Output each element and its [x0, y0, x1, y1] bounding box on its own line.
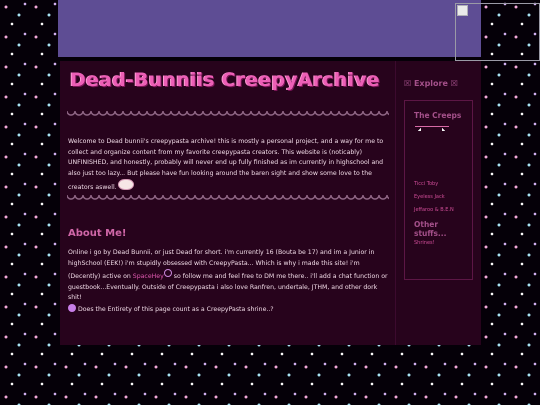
fangs-divider-icon [415, 126, 449, 132]
explore-title: ☒ Explore ☒ [404, 79, 458, 88]
other-heading: Other stuffs... [414, 220, 447, 238]
creeps-heading: The Creeps [414, 111, 462, 120]
lace-divider [67, 195, 389, 207]
site-title: Dead-Bunniis CreepyArchive [70, 69, 380, 91]
sidebar-link-ticci-toby[interactable]: Ticci Toby [414, 181, 438, 187]
spacehey-logo-icon [163, 269, 172, 277]
smile-emoji-icon [117, 179, 134, 190]
lace-divider [67, 111, 389, 123]
sidebar: ☒ Explore ☒ The Creeps Ticci Toby Eyeles… [396, 61, 481, 345]
sidebar-box: The Creeps Ticci Toby Eyeless Jack Jeffa… [404, 100, 473, 280]
intro-paragraph: Welcome to Dead bunnii's creepypasta arc… [68, 137, 388, 194]
header-banner [58, 0, 481, 57]
main-content: Dead-Bunniis CreepyArchive Welcome to De… [60, 61, 396, 345]
about-heading: About Me! [68, 228, 127, 239]
moon-emoji-icon [68, 303, 76, 312]
intro-text: Welcome to Dead bunnii's creepypasta arc… [68, 138, 384, 191]
about-text-3: Does the Entirety of this page count as … [77, 305, 274, 313]
about-paragraph: Online i go by Dead Bunnii, or just Dead… [68, 248, 390, 315]
sidebar-link-shrines[interactable]: Shrines! [414, 240, 435, 246]
sidebar-link-eyeless-jack[interactable]: Eyeless Jack [414, 194, 445, 200]
spacehey-link[interactable]: SpaceHey [133, 273, 164, 280]
sidebar-link-jeffaroo-ben[interactable]: Jeffaroo & B.E.N [414, 207, 454, 213]
broken-image-icon [455, 3, 540, 61]
